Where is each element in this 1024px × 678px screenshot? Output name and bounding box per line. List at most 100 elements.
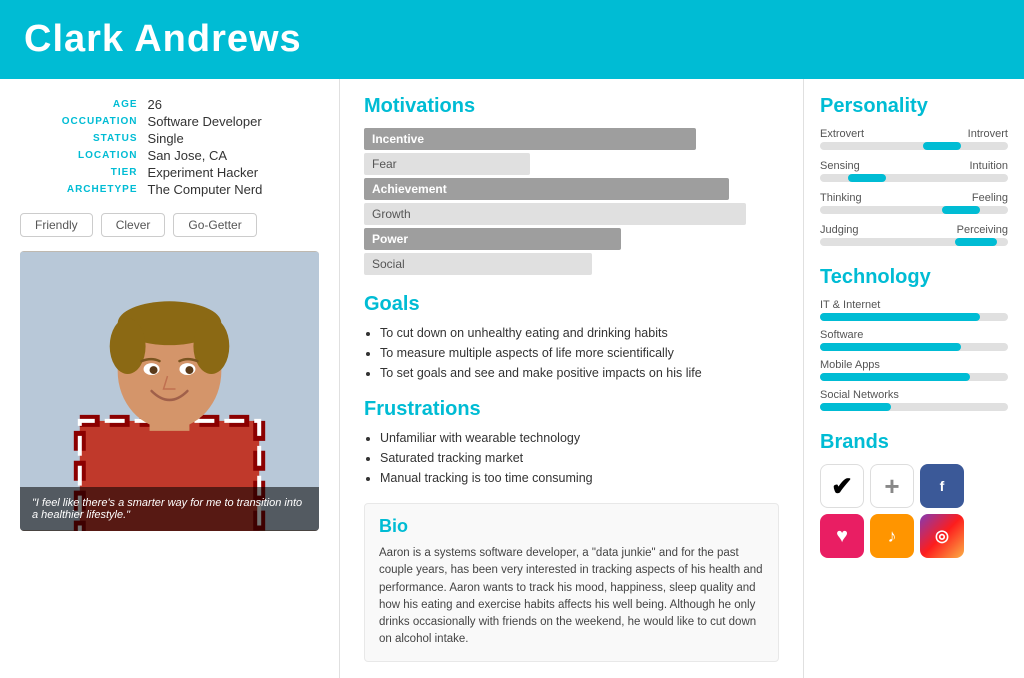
info-label: LOCATION: [22, 148, 146, 163]
personality-section: Personality Extrovert Introvert Sensing …: [820, 95, 1008, 246]
info-value: The Computer Nerd: [148, 182, 317, 197]
frustrations-title: Frustrations: [364, 398, 779, 421]
slider-right-label: Perceiving: [957, 224, 1008, 236]
info-value: 26: [148, 97, 317, 112]
middle-column: Motivations IncentiveFearAchievementGrow…: [340, 79, 804, 678]
tag-item: Go-Getter: [173, 213, 256, 237]
brand-icon-orange: ♪: [870, 514, 914, 558]
slider-labels: Sensing Intuition: [820, 160, 1008, 172]
brands-icons: ✔+f♥♪◎: [820, 464, 1008, 558]
page-header: Clark Andrews: [0, 0, 1024, 79]
info-label: TIER: [22, 165, 146, 180]
slider-track: [820, 206, 1008, 214]
goals-section: Goals To cut down on unhealthy eating an…: [364, 293, 779, 380]
left-column: AGE26 OCCUPATIONSoftware Developer STATUSS…: [0, 79, 340, 678]
tech-bar-fill: [820, 403, 891, 411]
slider-right-label: Intuition: [969, 160, 1008, 172]
personality-slider-row: Thinking Feeling: [820, 192, 1008, 214]
tag-item: Friendly: [20, 213, 93, 237]
personality-slider-row: Sensing Intuition: [820, 160, 1008, 182]
brand-icon-blue: f: [920, 464, 964, 508]
slider-fill: [942, 206, 980, 214]
tech-bar-fill: [820, 373, 970, 381]
motivation-bar-row: Achievement: [364, 178, 779, 200]
info-value: Experiment Hacker: [148, 165, 317, 180]
slider-fill: [923, 142, 961, 150]
tech-label: Social Networks: [820, 389, 1008, 401]
brand-icon-camera: ◎: [920, 514, 964, 558]
info-row: AGE26: [22, 97, 317, 112]
info-row: TIERExperiment Hacker: [22, 165, 317, 180]
profile-name: Clark Andrews: [24, 18, 1000, 61]
info-label: ARCHETYPE: [22, 182, 146, 197]
tech-bars: IT & Internet Software Mobile Apps Socia…: [820, 299, 1008, 411]
tech-bar-track: [820, 343, 1008, 351]
slider-track: [820, 142, 1008, 150]
info-label: AGE: [22, 97, 146, 112]
brands-section: Brands ✔+f♥♪◎: [820, 431, 1008, 558]
slider-right-label: Introvert: [968, 128, 1008, 140]
slider-left-label: Sensing: [820, 160, 860, 172]
goal-item: To cut down on unhealthy eating and drin…: [380, 326, 779, 340]
tech-label: IT & Internet: [820, 299, 1008, 311]
bio-title: Bio: [379, 516, 764, 537]
info-row: OCCUPATIONSoftware Developer: [22, 114, 317, 129]
tech-label: Software: [820, 329, 1008, 341]
motivation-bar: Power: [364, 228, 621, 250]
info-value: Software Developer: [148, 114, 317, 129]
bio-section: Bio Aaron is a systems software develope…: [364, 503, 779, 662]
motivation-bar-row: Social: [364, 253, 779, 275]
motivation-bar-row: Incentive: [364, 128, 779, 150]
avatar-container: "I feel like there's a smarter way for m…: [20, 251, 319, 531]
technology-title: Technology: [820, 266, 1008, 289]
motivation-bar-row: Growth: [364, 203, 779, 225]
slider-left-label: Judging: [820, 224, 859, 236]
info-table: AGE26 OCCUPATIONSoftware Developer STATUSS…: [20, 95, 319, 199]
frustrations-section: Frustrations Unfamiliar with wearable te…: [364, 398, 779, 485]
tech-bar-track: [820, 373, 1008, 381]
slider-labels: Thinking Feeling: [820, 192, 1008, 204]
bio-text: Aaron is a systems software developer, a…: [379, 545, 764, 649]
slider-labels: Extrovert Introvert: [820, 128, 1008, 140]
tech-bar-track: [820, 403, 1008, 411]
info-row: STATUSSingle: [22, 131, 317, 146]
quote-text: "I feel like there's a smarter way for m…: [20, 487, 319, 531]
info-value: Single: [148, 131, 317, 146]
tech-bar-track: [820, 313, 1008, 321]
slider-fill: [955, 238, 996, 246]
info-label: STATUS: [22, 131, 146, 146]
frustration-item: Saturated tracking market: [380, 451, 779, 465]
slider-right-label: Feeling: [972, 192, 1008, 204]
brands-title: Brands: [820, 431, 1008, 454]
slider-left-label: Extrovert: [820, 128, 864, 140]
tech-label: Mobile Apps: [820, 359, 1008, 371]
motivation-bar: Incentive: [364, 128, 696, 150]
personality-title: Personality: [820, 95, 1008, 118]
frustrations-list: Unfamiliar with wearable technology Satur…: [364, 431, 779, 485]
motivation-bar-row: Fear: [364, 153, 779, 175]
technology-section: Technology IT & Internet Software Mobile…: [820, 266, 1008, 411]
main-content: AGE26OCCUPATIONSoftware DeveloperSTATUSS…: [0, 79, 1024, 678]
tech-bar-row: Software: [820, 329, 1008, 351]
tech-bar-fill: [820, 313, 980, 321]
slider-track: [820, 174, 1008, 182]
motivations-bars: Incentive Fear Achievement Growth Power Socia…: [364, 128, 779, 275]
brand-icon-nike: ✔: [820, 464, 864, 508]
personality-slider-row: Extrovert Introvert: [820, 128, 1008, 150]
frustration-item: Unfamiliar with wearable technology: [380, 431, 779, 445]
brand-icon-plus: +: [870, 464, 914, 508]
tag-item: Clever: [101, 213, 166, 237]
personality-slider-row: Judging Perceiving: [820, 224, 1008, 246]
goals-list: To cut down on unhealthy eating and drin…: [364, 326, 779, 380]
slider-left-label: Thinking: [820, 192, 862, 204]
personality-sliders: Extrovert Introvert Sensing Intuition Th…: [820, 128, 1008, 246]
slider-labels: Judging Perceiving: [820, 224, 1008, 236]
info-value: San Jose, CA: [148, 148, 317, 163]
tech-bar-fill: [820, 343, 961, 351]
motivation-bar-row: Power: [364, 228, 779, 250]
goal-item: To measure multiple aspects of life more…: [380, 346, 779, 360]
slider-track: [820, 238, 1008, 246]
motivation-bar: Growth: [364, 203, 746, 225]
goals-title: Goals: [364, 293, 779, 316]
info-row: ARCHETYPEThe Computer Nerd: [22, 182, 317, 197]
